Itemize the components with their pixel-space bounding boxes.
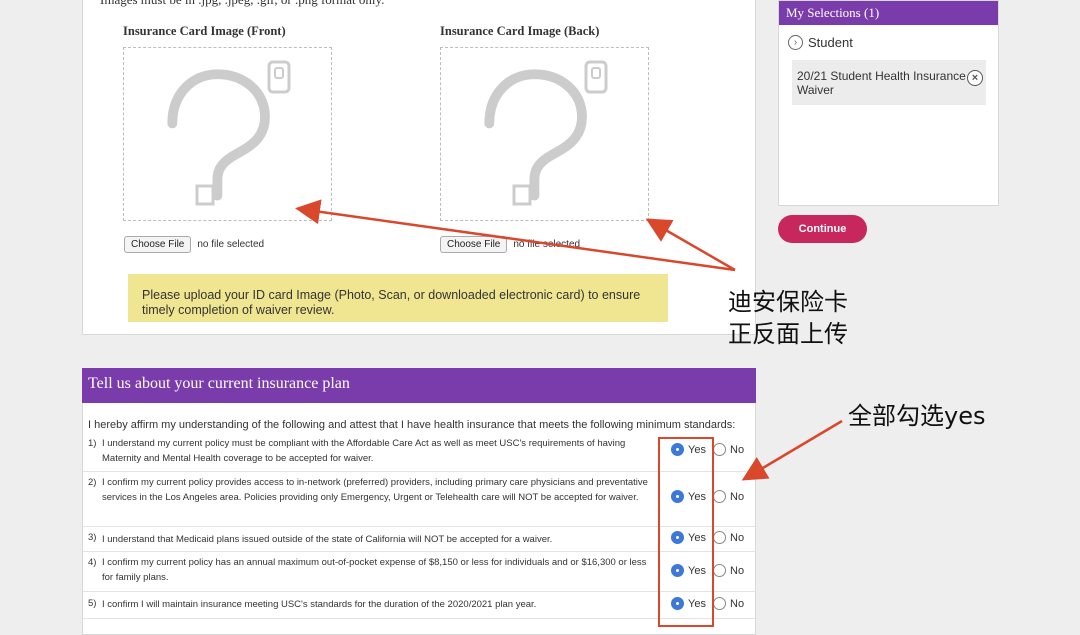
question-mark-icon bbox=[167, 60, 291, 206]
no-option[interactable]: No bbox=[713, 597, 744, 610]
insurance-plan-body: I hereby affirm my understanding of the … bbox=[82, 403, 756, 635]
no-label: No bbox=[730, 564, 745, 577]
question-text: I confirm I will maintain insurance meet… bbox=[102, 599, 537, 610]
my-selections-panel: My Selections (1) › Student 20/21 Studen… bbox=[778, 0, 999, 206]
radio-empty-icon[interactable] bbox=[713, 564, 726, 577]
front-image-placeholder[interactable] bbox=[123, 47, 332, 221]
question-number: 4) bbox=[88, 557, 97, 568]
no-label: No bbox=[730, 597, 745, 610]
upload-annotation: 迪安保险卡 正反面上传 bbox=[728, 286, 848, 350]
upload-annotation-line1: 迪安保险卡 bbox=[728, 288, 848, 316]
back-file-row: Choose File no file selected bbox=[440, 236, 580, 253]
no-label: No bbox=[730, 531, 745, 544]
radio-empty-icon[interactable] bbox=[713, 597, 726, 610]
question-mark-icon bbox=[484, 60, 608, 206]
select-yes-annotation: 全部勾选yes bbox=[848, 402, 986, 430]
selection-item-label: 20/21 Student Health Insurance Waiver bbox=[797, 69, 966, 97]
question-number: 3) bbox=[88, 532, 97, 543]
insurance-plan-header: Tell us about your current insurance pla… bbox=[82, 368, 756, 403]
question-row: 2) I confirm my current policy provides … bbox=[83, 472, 755, 527]
back-choose-file-button[interactable]: Choose File bbox=[440, 236, 508, 253]
student-group[interactable]: › Student bbox=[788, 35, 853, 50]
question-number: 2) bbox=[88, 477, 97, 488]
front-file-row: Choose File no file selected bbox=[124, 236, 264, 253]
radio-empty-icon[interactable] bbox=[713, 443, 726, 456]
affirm-statement: I hereby affirm my understanding of the … bbox=[88, 419, 736, 431]
front-choose-file-button[interactable]: Choose File bbox=[124, 236, 192, 253]
question-text: I confirm my current policy provides acc… bbox=[102, 477, 648, 503]
no-label: No bbox=[730, 443, 745, 456]
question-number: 1) bbox=[88, 438, 97, 449]
back-file-status: no file selected bbox=[513, 239, 581, 250]
my-selections-header: My Selections (1) bbox=[779, 1, 998, 25]
no-label: No bbox=[730, 490, 745, 503]
question-text: I confirm my current policy has an annua… bbox=[102, 557, 647, 583]
back-card-title: Insurance Card Image (Back) bbox=[440, 24, 600, 38]
question-row: 3) I understand that Medicaid plans issu… bbox=[83, 527, 755, 552]
question-text: I understand my current policy must be c… bbox=[102, 438, 626, 464]
selection-item: 20/21 Student Health Insurance Waiver × bbox=[792, 60, 986, 105]
question-row: 1) I understand my current policy must b… bbox=[83, 434, 755, 472]
radio-empty-icon[interactable] bbox=[713, 531, 726, 544]
format-note: Images must be in .jpg, .jpeg, .gif, or … bbox=[100, 0, 384, 8]
question-number: 5) bbox=[88, 598, 97, 609]
no-option[interactable]: No bbox=[713, 443, 744, 456]
no-option[interactable]: No bbox=[713, 531, 744, 544]
radio-empty-icon[interactable] bbox=[713, 490, 726, 503]
upload-annotation-line2: 正反面上传 bbox=[728, 320, 848, 348]
yes-highlight-box bbox=[658, 437, 714, 627]
no-option[interactable]: No bbox=[713, 564, 744, 577]
question-row: 4) I confirm my current policy has an an… bbox=[83, 552, 755, 592]
remove-icon[interactable]: × bbox=[967, 70, 983, 86]
question-row: 5) I confirm I will maintain insurance m… bbox=[83, 592, 755, 619]
student-label: Student bbox=[808, 35, 853, 50]
back-image-placeholder[interactable] bbox=[440, 47, 649, 221]
front-card-title: Insurance Card Image (Front) bbox=[123, 24, 286, 38]
question-text: I understand that Medicaid plans issued … bbox=[102, 534, 553, 545]
upload-notice: Please upload your ID card Image (Photo,… bbox=[128, 274, 668, 322]
arrow-to-yes-options bbox=[741, 419, 843, 481]
continue-button[interactable]: Continue bbox=[778, 215, 867, 243]
front-file-status: no file selected bbox=[197, 239, 265, 250]
chevron-right-icon: › bbox=[788, 35, 803, 50]
no-option[interactable]: No bbox=[713, 490, 744, 503]
